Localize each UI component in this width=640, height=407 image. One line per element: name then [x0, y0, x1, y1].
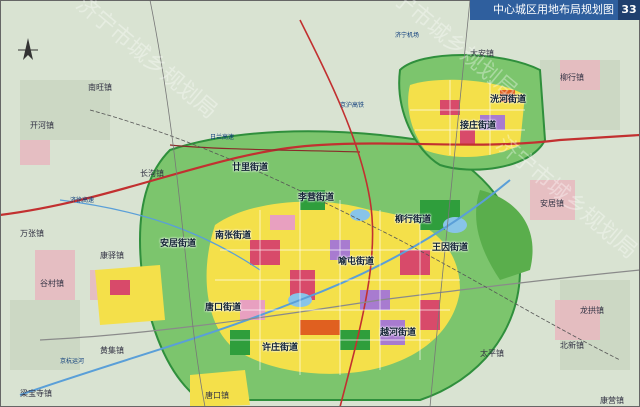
title-bar: 中心城区用地布局规划图 33: [470, 0, 640, 20]
map-viewer: 济宁市城乡规划局 济宁市城乡规划局 济宁市城乡规划局 中心城区用地布局规划图 3…: [0, 0, 640, 407]
north-arrow-icon: [18, 38, 38, 60]
map-title: 中心城区用地布局规划图: [493, 3, 614, 16]
land-use-map[interactable]: [0, 0, 640, 407]
page-number: 33: [618, 0, 640, 20]
